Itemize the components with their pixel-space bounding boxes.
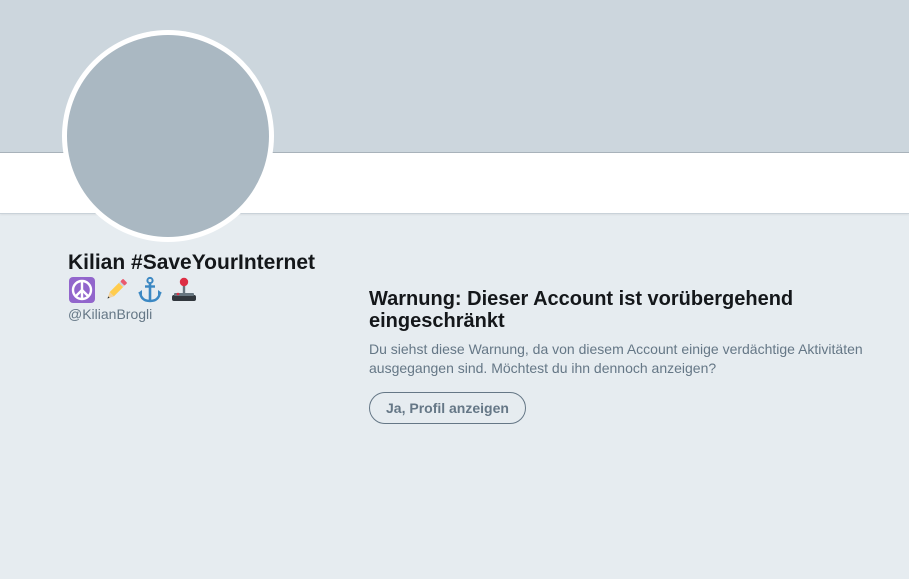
restricted-account-warning: Warnung: Dieser Account ist vorübergehen… bbox=[369, 288, 889, 424]
peace-symbol-icon bbox=[69, 277, 95, 303]
warning-text: Du siehst diese Warnung, da von diesem A… bbox=[369, 341, 863, 376]
profile-handle: @KilianBrogli bbox=[68, 306, 153, 322]
pencil-icon bbox=[107, 279, 127, 299]
joystick-icon bbox=[172, 277, 196, 301]
profile-name: Kilian #SaveYourInternet bbox=[68, 251, 316, 274]
avatar-placeholder bbox=[67, 35, 269, 237]
profile-avatar[interactable] bbox=[62, 30, 274, 242]
anchor-icon bbox=[138, 276, 162, 303]
warning-title: Warnung: Dieser Account ist vorübergehen… bbox=[369, 288, 794, 332]
profile-name-emojis bbox=[68, 276, 198, 304]
show-profile-button[interactable]: Ja, Profil anzeigen bbox=[369, 392, 526, 424]
